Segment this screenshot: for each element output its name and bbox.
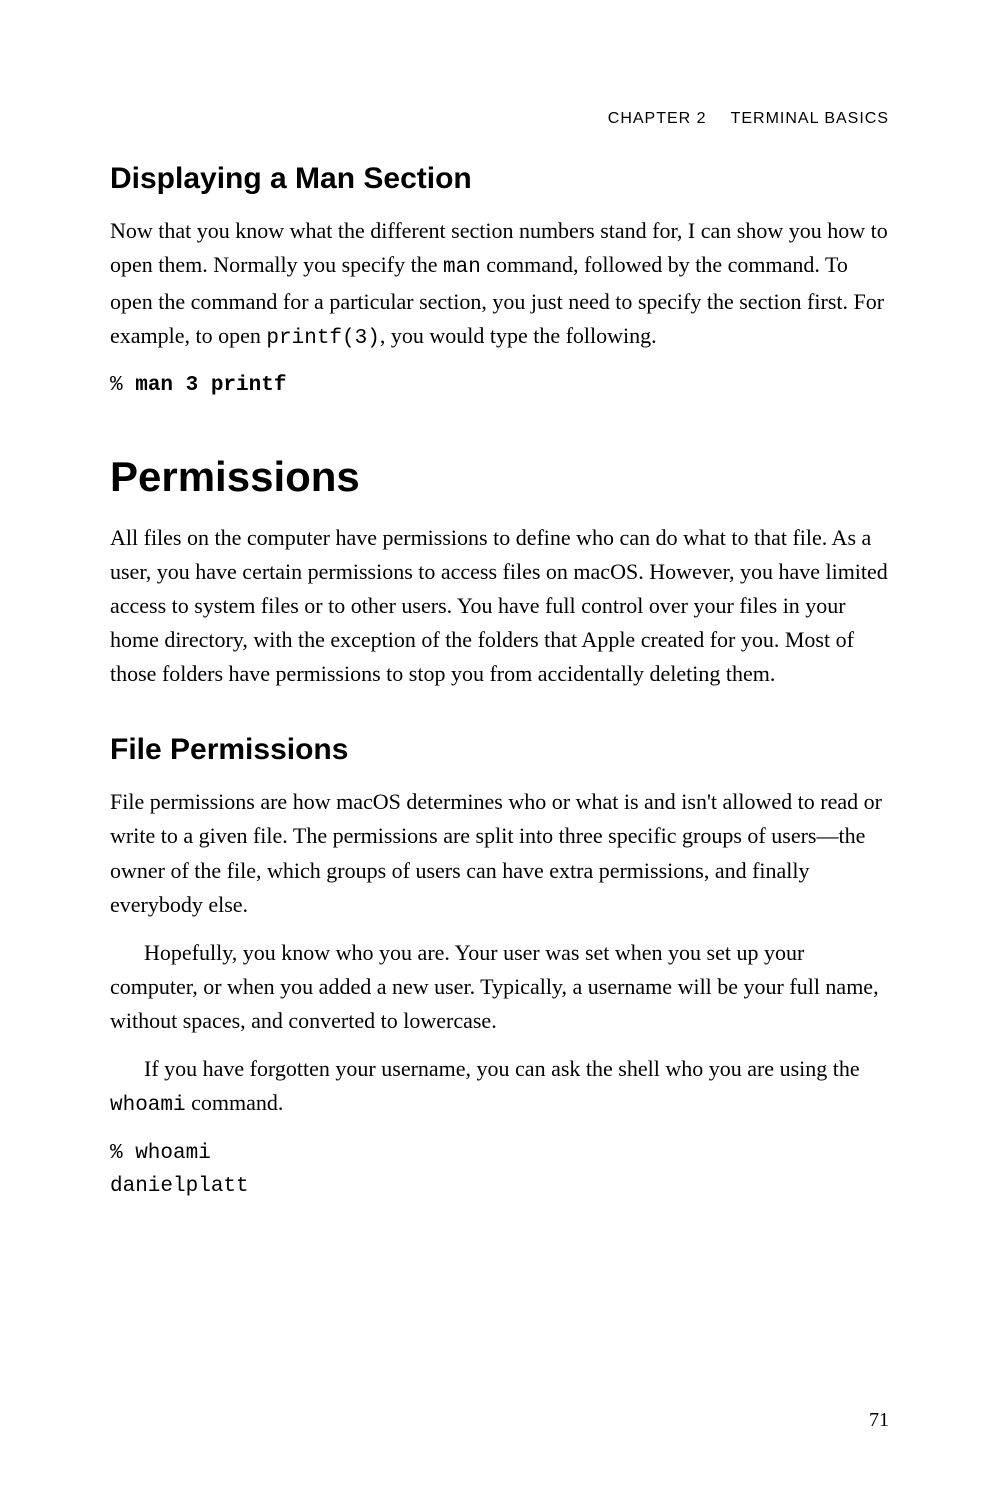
major-heading-permissions: Permissions bbox=[110, 453, 889, 501]
running-header: CHAPTER 2 TERMINAL BASICS bbox=[608, 110, 889, 128]
code-block: % whoami danielplatt bbox=[110, 1137, 889, 1204]
shell-prompt: % bbox=[110, 374, 135, 397]
paragraph: Now that you know what the different sec… bbox=[110, 214, 889, 355]
paragraph: Hopefully, you know who you are. Your us… bbox=[110, 936, 889, 1038]
paragraph: If you have forgotten your username, you… bbox=[110, 1052, 889, 1123]
paragraph: File permissions are how macOS determine… bbox=[110, 785, 889, 921]
text: command. bbox=[186, 1090, 284, 1115]
text: , you would type the following. bbox=[380, 323, 657, 348]
inline-code-whoami: whoami bbox=[110, 1094, 186, 1117]
code-block: % man 3 printf bbox=[110, 369, 889, 403]
inline-code-man: man bbox=[443, 256, 481, 279]
shell-line: % whoami bbox=[110, 1137, 889, 1171]
paragraph: All files on the computer have permissio… bbox=[110, 521, 889, 691]
shell-command: man 3 printf bbox=[135, 374, 286, 397]
page: CHAPTER 2 TERMINAL BASICS Displaying a Ma… bbox=[0, 0, 989, 1500]
text: If you have forgotten your username, you… bbox=[144, 1056, 860, 1081]
chapter-label: CHAPTER 2 bbox=[608, 110, 707, 127]
section-heading-file-permissions: File Permissions bbox=[110, 733, 889, 767]
section-heading-man: Displaying a Man Section bbox=[110, 162, 889, 196]
page-number: 71 bbox=[869, 1409, 889, 1432]
inline-code-printf: printf(3) bbox=[266, 327, 379, 350]
chapter-title: TERMINAL BASICS bbox=[731, 110, 889, 127]
shell-output: danielplatt bbox=[110, 1170, 889, 1204]
page-content: Displaying a Man Section Now that you kn… bbox=[110, 110, 889, 1204]
